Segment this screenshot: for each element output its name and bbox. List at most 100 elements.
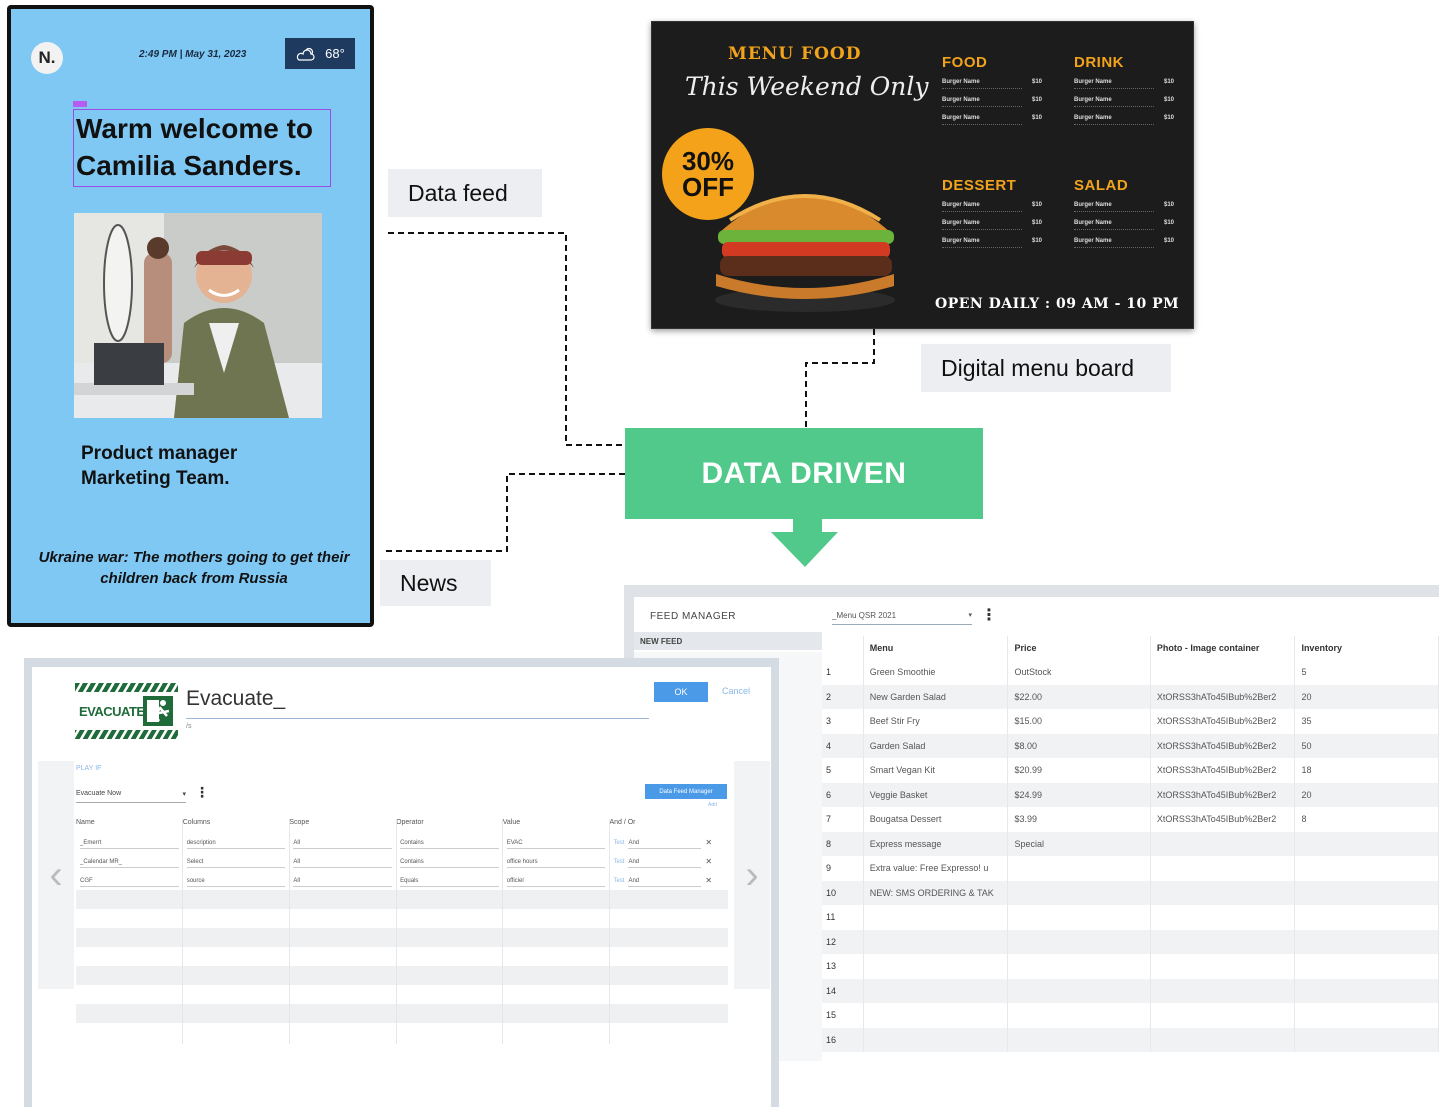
table-cell[interactable]: Extra value: Free Expresso! u [863,856,1009,881]
table-row[interactable]: 8 Express message Special [822,831,1439,856]
table-cell[interactable] [1007,856,1151,881]
table-cell[interactable] [863,978,1009,1003]
condition-field[interactable]: Equals [400,875,499,887]
table-cell[interactable] [1294,905,1439,930]
table-cell[interactable]: Express message [863,831,1009,856]
table-cell[interactable] [863,954,1009,979]
table-cell[interactable]: OutStock [1007,660,1151,685]
row-number[interactable]: 14 [822,978,864,1003]
table-cell[interactable]: $3.99 [1007,807,1151,832]
table-cell[interactable] [1294,1003,1439,1028]
table-cell[interactable]: 20 [1294,782,1439,807]
table-cell[interactable]: 18 [1294,758,1439,783]
table-cell[interactable]: $24.99 [1007,782,1151,807]
remove-icon[interactable]: ✕ [705,875,712,887]
table-cell[interactable] [1150,660,1296,685]
table-row[interactable]: 1 Green Smoothie OutStock 5 [822,660,1439,685]
row-number[interactable]: 6 [822,782,864,807]
condition-field[interactable]: description [186,837,286,849]
table-cell[interactable] [863,929,1009,954]
condition-field[interactable]: All [293,875,393,887]
table-cell[interactable] [1294,831,1439,856]
table-row[interactable]: 2 New Garden Salad $22.00 XtORSS3hATo45IBub… [822,684,1439,709]
row-number[interactable]: 9 [822,856,864,881]
table-cell[interactable]: 50 [1294,733,1439,758]
condition-field[interactable]: officiel [506,875,606,887]
condition-field[interactable]: All [293,856,393,868]
table-cell[interactable]: $15.00 [1007,709,1151,734]
column-header[interactable]: Photo - Image container [1150,636,1296,660]
welcome-text[interactable]: Warm welcome to Camilia Sanders. [73,109,331,187]
cancel-button[interactable]: Cancel [722,686,750,696]
table-cell[interactable] [1007,1003,1151,1028]
table-cell[interactable]: $8.00 [1007,733,1151,758]
table-cell[interactable]: XtORSS3hATo45IBub%2Ber2 [1150,709,1296,734]
table-cell[interactable] [1294,954,1439,979]
next-arrow-icon[interactable]: › [734,761,770,989]
row-number[interactable]: 16 [822,1027,864,1052]
column-header[interactable]: Menu [863,636,1009,660]
table-cell[interactable]: XtORSS3hATo45IBub%2Ber2 [1150,758,1296,783]
ok-button[interactable]: OK [654,682,708,702]
table-cell[interactable] [1150,880,1296,905]
table-row[interactable]: 14 [822,978,1439,1003]
table-cell[interactable] [1007,880,1151,905]
condition-field[interactable]: CGF [80,875,179,887]
row-number[interactable]: 15 [822,1003,864,1028]
condition-field[interactable]: Select [186,856,286,868]
table-cell[interactable]: 20 [1294,684,1439,709]
table-cell[interactable] [1150,905,1296,930]
table-row[interactable]: 7 Bougatsa Dessert $3.99 XtORSS3hATo45IBub%… [822,807,1439,832]
condition-field[interactable]: And [628,837,702,849]
table-cell[interactable]: XtORSS3hATo45IBub%2Ber2 [1150,733,1296,758]
table-cell[interactable]: Green Smoothie [863,660,1009,685]
row-number[interactable]: 11 [822,905,864,930]
prev-arrow-icon[interactable]: ‹ [38,761,74,989]
table-cell[interactable]: XtORSS3hATo45IBub%2Ber2 [1150,684,1296,709]
more-options-icon[interactable]: ⋮ [195,784,209,801]
table-cell[interactable] [1294,929,1439,954]
table-row[interactable]: 3 Beef Stir Fry $15.00 XtORSS3hATo45IBub%2B… [822,709,1439,734]
add-link[interactable]: Add [708,802,717,808]
table-row[interactable]: 15 [822,1003,1439,1028]
table-cell[interactable]: XtORSS3hATo45IBub%2Ber2 [1150,782,1296,807]
condition-field[interactable]: _Calendar MR_ [80,856,179,868]
remove-icon[interactable]: ✕ [705,856,712,868]
column-header[interactable]: Inventory [1294,636,1439,660]
table-cell[interactable] [1150,978,1296,1003]
table-cell[interactable] [863,1027,1009,1052]
column-header[interactable]: Price [1007,636,1151,660]
table-cell[interactable] [1007,1027,1151,1052]
table-cell[interactable] [1150,831,1296,856]
table-cell[interactable]: Bougatsa Dessert [863,807,1009,832]
table-cell[interactable]: Veggie Basket [863,782,1009,807]
row-number[interactable]: 3 [822,709,864,734]
condition-field[interactable]: office hours [506,856,606,868]
more-options-icon[interactable]: ⋮ [981,605,997,625]
table-row[interactable]: 5 Smart Vegan Kit $20.99 XtORSS3hATo45IBub%… [822,758,1439,783]
row-number[interactable]: 12 [822,929,864,954]
table-row[interactable]: 12 [822,929,1439,954]
table-cell[interactable] [1294,1027,1439,1052]
row-number[interactable]: 1 [822,660,864,685]
condition-field[interactable]: And [628,875,702,887]
table-cell[interactable]: Beef Stir Fry [863,709,1009,734]
table-cell[interactable]: XtORSS3hATo45IBub%2Ber2 [1150,807,1296,832]
row-number[interactable]: 2 [822,684,864,709]
table-cell[interactable] [1007,905,1151,930]
condition-field[interactable]: Contains [400,837,499,849]
table-cell[interactable] [863,905,1009,930]
table-cell[interactable]: Smart Vegan Kit [863,758,1009,783]
table-cell[interactable] [1007,978,1151,1003]
table-cell[interactable]: Garden Salad [863,733,1009,758]
condition-field[interactable]: source [186,875,286,887]
table-cell[interactable]: $22.00 [1007,684,1151,709]
table-cell[interactable] [1150,856,1296,881]
table-cell[interactable] [863,1003,1009,1028]
test-link[interactable]: Test [613,856,624,868]
table-cell[interactable]: New Garden Salad [863,684,1009,709]
feed-select[interactable]: _Menu QSR 2021 ▾ [832,607,972,625]
table-cell[interactable] [1294,880,1439,905]
table-cell[interactable] [1150,1003,1296,1028]
table-row[interactable]: 10 NEW: SMS ORDERING & TAK [822,880,1439,905]
